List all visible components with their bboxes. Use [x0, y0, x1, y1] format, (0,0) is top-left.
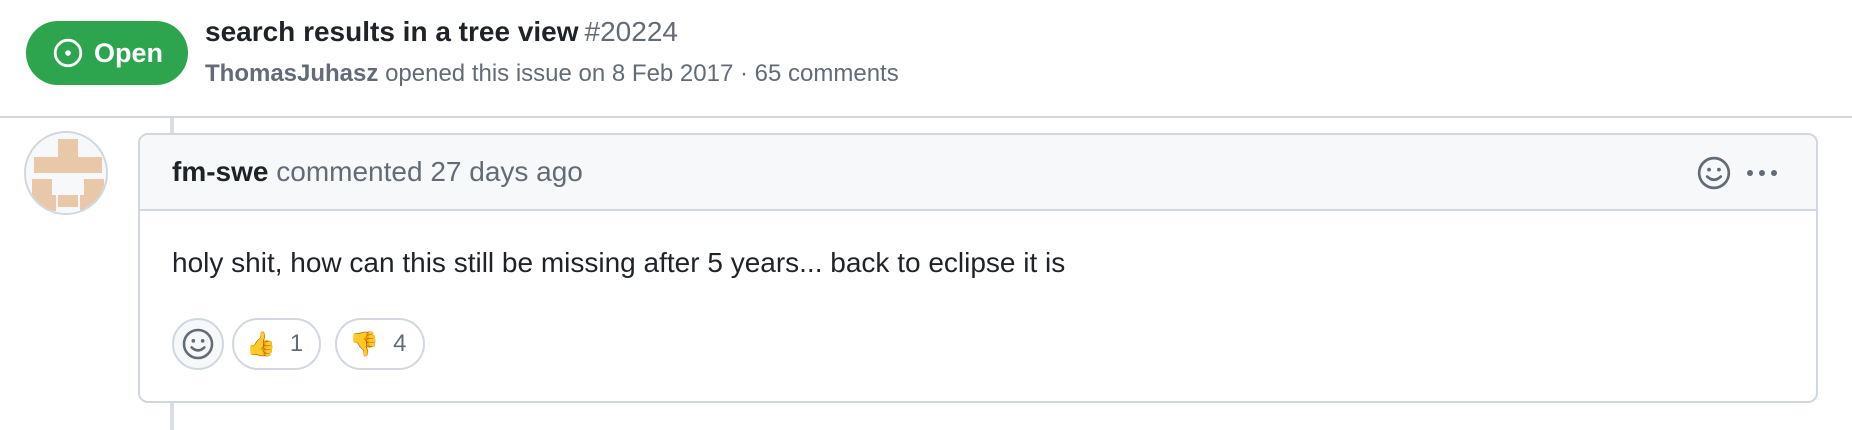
- reaction-thumbs-up-button[interactable]: 👍 1: [232, 318, 322, 370]
- comment-timestamp-text[interactable]: commented 27 days ago: [276, 156, 583, 187]
- comment-author-line: fm-swe commented 27 days ago: [172, 156, 583, 188]
- issue-state-badge: Open: [26, 21, 188, 85]
- issue-number: #20224: [584, 16, 678, 47]
- issue-state-label: Open: [94, 37, 164, 68]
- thumbs-up-icon: 👍: [246, 330, 276, 358]
- comment-author-link[interactable]: fm-swe: [172, 156, 268, 187]
- issue-opened-text: opened this issue on 8 Feb 2017 · 65 com…: [385, 60, 899, 87]
- reactions-bar: 👍 1 👎 4: [172, 318, 439, 370]
- comment-body: holy shit, how can this still be missing…: [172, 247, 1066, 278]
- reaction-count: 4: [393, 330, 407, 357]
- issue-meta: ThomasJuhasz opened this issue on 8 Feb …: [205, 60, 899, 88]
- issue-header: Open search results in a tree view #20224…: [0, 0, 1852, 118]
- issue-title: search results in a tree view: [205, 16, 579, 47]
- reaction-count: 1: [289, 330, 304, 357]
- thumbs-down-icon: 👎: [349, 330, 380, 358]
- issue-author-link[interactable]: ThomasJuhasz: [205, 60, 378, 87]
- avatar[interactable]: [24, 131, 108, 215]
- issue-title-row: search results in a tree view #20224: [205, 16, 678, 48]
- reaction-thumbs-down-button[interactable]: 👎 4: [335, 318, 425, 370]
- comment-header: fm-swe commented 27 days ago: [140, 135, 1816, 211]
- issue-open-icon: [52, 37, 84, 69]
- comment-box: fm-swe commented 27 days ago holy shit, …: [138, 133, 1818, 403]
- add-reaction-smiley-icon[interactable]: [1696, 155, 1732, 191]
- add-reaction-button[interactable]: [172, 318, 224, 370]
- smiley-icon: [182, 328, 214, 360]
- kebab-horizontal-icon[interactable]: [1744, 155, 1780, 191]
